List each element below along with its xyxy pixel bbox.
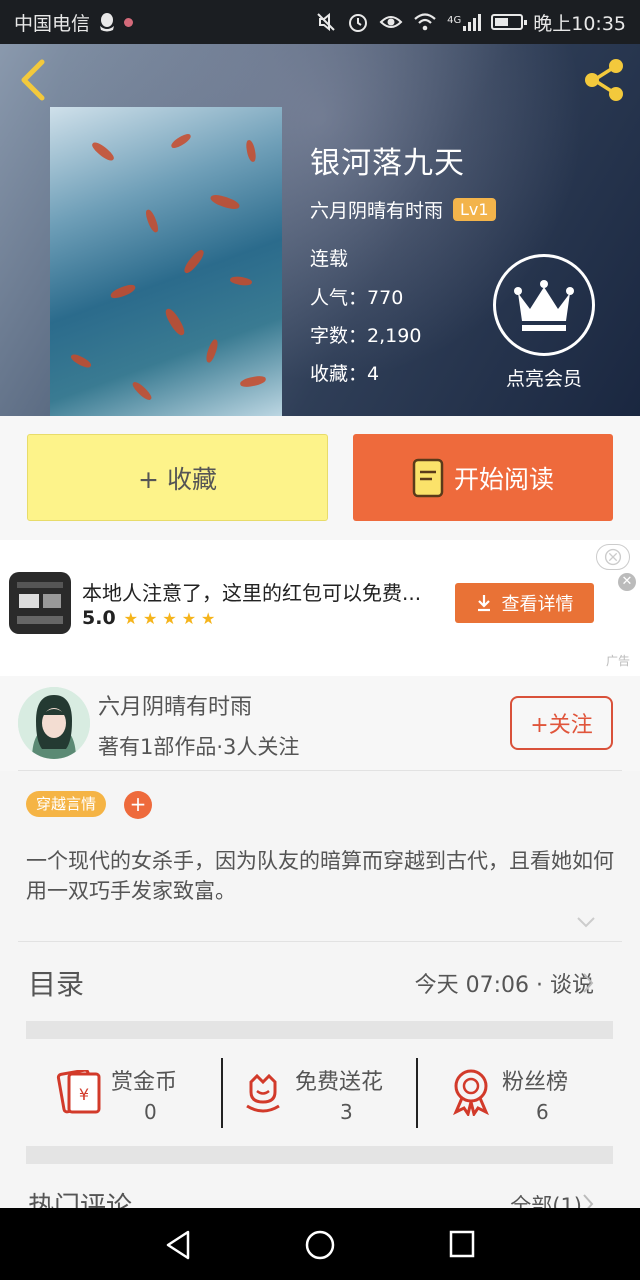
vip-label[interactable]: 点亮会员 xyxy=(492,364,596,391)
divider xyxy=(18,941,622,942)
alarm-icon xyxy=(349,14,368,32)
book-icon xyxy=(412,458,444,497)
close-icon[interactable] xyxy=(596,544,630,570)
eye-icon xyxy=(379,16,403,28)
vip-crown-button[interactable] xyxy=(493,254,595,356)
level-badge: Lv1 xyxy=(453,198,496,221)
battery-icon xyxy=(491,14,528,30)
ad-rating: 5.0 ★★★★★ xyxy=(82,607,220,629)
author-card-name[interactable]: 六月阴晴有时雨 xyxy=(98,689,252,721)
start-reading-label: 开始阅读 xyxy=(453,464,554,494)
ad-details-button[interactable]: 查看详情 xyxy=(455,583,594,623)
book-header: 银河落九天 六月阴晴有时雨 Lv1 连载 人气：770 字数：2,190 收藏：… xyxy=(0,44,640,416)
home-circle-icon[interactable] xyxy=(305,1230,335,1260)
chevron-down-icon[interactable] xyxy=(576,915,596,929)
network-type-label: 4G xyxy=(447,14,462,26)
author-card[interactable]: 六月阴晴有时雨 著有1部作品·3人关注 +关注 xyxy=(0,676,640,771)
red-envelope-yen-icon: ¥ xyxy=(56,1070,101,1114)
follow-button[interactable]: +关注 xyxy=(510,696,613,750)
chevron-right-icon[interactable] xyxy=(581,972,595,994)
system-navigation-bar xyxy=(0,1208,640,1280)
star-rating-icon: ★★★★★ xyxy=(123,608,221,628)
flower-icon xyxy=(246,1073,280,1113)
action-bar: + 收藏 开始阅读 xyxy=(0,416,640,540)
reward-coins-value: 0 xyxy=(144,1100,157,1124)
clock-label: 晚上10:35 xyxy=(533,12,626,35)
popularity-stat: 人气：770 xyxy=(310,287,404,309)
qq-icon xyxy=(100,13,115,32)
avatar[interactable] xyxy=(18,687,90,759)
back-triangle-icon[interactable] xyxy=(164,1230,192,1260)
ad-dismiss-icon[interactable]: ✕ xyxy=(618,573,636,591)
ad-label: 广告 xyxy=(605,654,630,668)
send-flower-value: 3 xyxy=(340,1100,353,1124)
fan-ranking-button[interactable]: 粉丝榜 6 xyxy=(450,1058,600,1128)
fan-ranking-label: 粉丝榜 xyxy=(502,1070,569,1095)
book-cover-image[interactable] xyxy=(50,107,282,416)
favorites-stat: 收藏：4 xyxy=(310,363,380,385)
fan-ranking-value: 6 xyxy=(536,1100,549,1124)
book-title: 银河落九天 xyxy=(310,146,465,181)
stat-divider xyxy=(416,1058,418,1128)
stat-divider xyxy=(221,1058,223,1128)
signal-icon xyxy=(463,13,482,31)
start-reading-button[interactable]: 开始阅读 xyxy=(353,434,613,521)
author-name[interactable]: 六月阴晴有时雨 xyxy=(310,196,443,223)
share-icon[interactable] xyxy=(580,56,628,104)
author-card-subtitle: 著有1部作品·3人关注 xyxy=(98,735,300,759)
notification-dot-icon xyxy=(124,17,134,27)
catalog-title[interactable]: 目录 xyxy=(28,963,84,1003)
send-flower-label: 免费送花 xyxy=(295,1070,384,1095)
catalog-update-info[interactable]: 今天 07:06 · 谈说 xyxy=(415,967,594,999)
section-separator xyxy=(26,1146,613,1164)
wifi-icon xyxy=(414,13,436,31)
svg-text:¥: ¥ xyxy=(79,1085,89,1104)
send-flower-button[interactable]: 免费送花 3 xyxy=(243,1058,413,1128)
collect-button[interactable]: + 收藏 xyxy=(27,434,328,521)
word-count-stat: 字数：2,190 xyxy=(310,325,422,347)
serial-status: 连载 xyxy=(310,248,349,270)
ad-score: 5.0 xyxy=(82,607,116,629)
ad-text[interactable]: 本地人注意了，这里的红包可以免费... xyxy=(82,577,442,606)
ad-banner[interactable]: 本地人注意了，这里的红包可以免费... 5.0 ★★★★★ 查看详情 ✕ 广告 xyxy=(0,540,640,676)
download-icon xyxy=(477,595,490,612)
mute-icon xyxy=(317,12,335,32)
book-synopsis: 一个现代的女杀手，因为队友的暗算而穿越到古代，且看她如何用一双巧手发家致富。 xyxy=(26,849,614,903)
reward-coins-label: 赏金币 xyxy=(111,1070,178,1095)
crown-icon xyxy=(514,280,574,331)
medal-icon xyxy=(453,1069,489,1116)
add-tag-button[interactable]: + xyxy=(124,791,152,819)
reward-coins-button[interactable]: ¥ 赏金币 0 xyxy=(55,1058,215,1128)
status-bar: 中国电信 4G 晚上10:35 xyxy=(0,0,640,44)
recents-square-icon[interactable] xyxy=(449,1230,475,1258)
ad-thumbnail-image[interactable] xyxy=(9,572,71,634)
carrier-label: 中国电信 xyxy=(14,12,91,35)
back-arrow-icon[interactable] xyxy=(16,58,52,102)
divider xyxy=(18,770,622,771)
genre-tag[interactable]: 穿越言情 xyxy=(26,791,107,817)
section-separator xyxy=(26,1021,613,1039)
